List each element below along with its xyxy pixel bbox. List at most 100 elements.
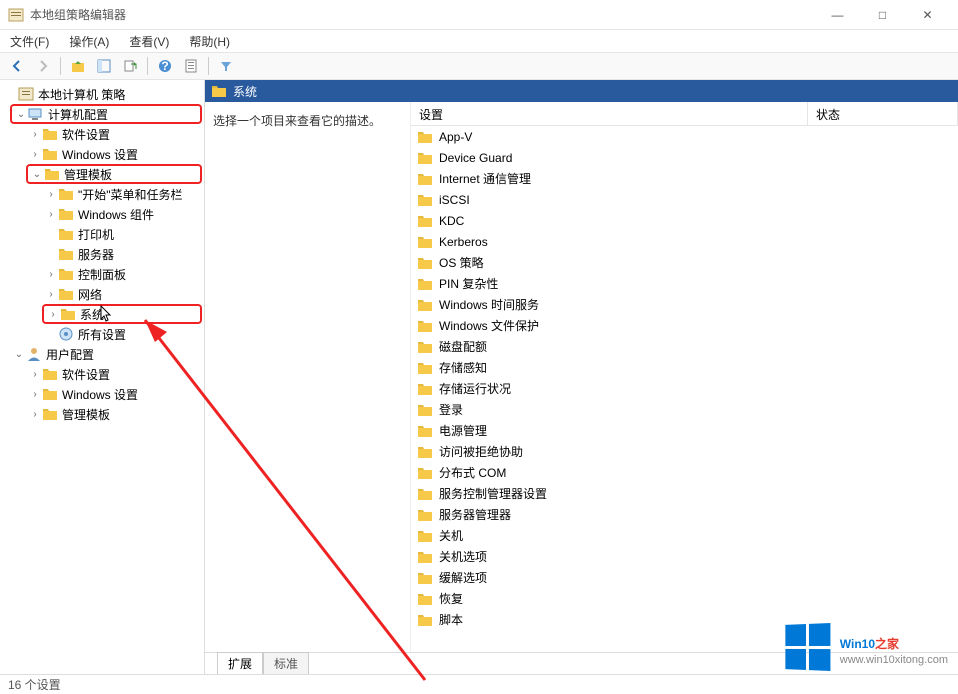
list-item[interactable]: 存储感知 [411,357,958,378]
list-item[interactable]: App-V [411,126,958,147]
show-tree-button[interactable] [93,55,115,77]
forward-button[interactable] [32,55,54,77]
back-button[interactable] [6,55,28,77]
col-settings[interactable]: 设置 [411,102,808,125]
tree-label: 网络 [78,286,102,303]
menu-view[interactable]: 查看(V) [125,31,173,52]
chevron-right-icon[interactable]: › [28,149,42,160]
chevron-right-icon[interactable]: › [44,189,58,200]
folder-icon [417,381,433,397]
tree-admin-templates[interactable]: ⌄ 管理模板 [26,164,202,184]
list-item[interactable]: 电源管理 [411,420,958,441]
chevron-right-icon[interactable]: › [44,289,58,300]
description-text: 选择一个项目来查看它的描述。 [213,114,381,128]
chevron-right-icon[interactable]: › [46,309,60,320]
list-item-label: 磁盘配额 [439,338,487,355]
chevron-right-icon[interactable]: › [44,209,58,220]
menu-help[interactable]: 帮助(H) [185,31,234,52]
tree-user-config[interactable]: ⌄ 用户配置 [10,344,202,364]
folder-icon [60,306,76,322]
tree-panel[interactable]: 本地计算机 策略 ⌄ 计算机配置 › 软件设置 › Windows 设置 ⌄ 管… [0,80,205,674]
list-item[interactable]: 关机选项 [411,546,958,567]
list-item-label: 存储感知 [439,359,487,376]
tree-network[interactable]: › 网络 [42,284,202,304]
menubar: 文件(F) 操作(A) 查看(V) 帮助(H) [0,30,958,52]
list-item[interactable]: 分布式 COM [411,462,958,483]
menu-file[interactable]: 文件(F) [6,31,53,52]
chevron-right-icon[interactable]: › [28,129,42,140]
chevron-right-icon[interactable]: › [28,409,42,420]
tree-root[interactable]: 本地计算机 策略 [2,84,202,104]
list-item[interactable]: 存储运行状况 [411,378,958,399]
tree-all-settings[interactable]: 所有设置 [42,324,202,344]
tree-windows-components[interactable]: › Windows 组件 [42,204,202,224]
folder-icon [417,507,433,523]
tree-control-panel[interactable]: › 控制面板 [42,264,202,284]
folder-icon [58,246,74,262]
tree-printers[interactable]: 打印机 [42,224,202,244]
list-item[interactable]: Windows 时间服务 [411,294,958,315]
tree-label: 本地计算机 策略 [38,86,125,103]
list-item-label: 服务器管理器 [439,506,511,523]
list-item[interactable]: Windows 文件保护 [411,315,958,336]
list-item[interactable]: 关机 [411,525,958,546]
help-button[interactable]: ? [154,55,176,77]
list-item[interactable]: 磁盘配额 [411,336,958,357]
chevron-right-icon[interactable]: › [28,369,42,380]
list-item[interactable]: 服务器管理器 [411,504,958,525]
chevron-down-icon[interactable]: ⌄ [14,109,28,120]
list-item[interactable]: 缓解选项 [411,567,958,588]
close-button[interactable]: ✕ [905,0,950,30]
folder-icon [42,406,58,422]
tree-system[interactable]: › 系统 [42,304,202,324]
tree-software-settings[interactable]: › 软件设置 [26,124,202,144]
list-item[interactable]: iSCSI [411,189,958,210]
tree-start-taskbar[interactable]: › "开始"菜单和任务栏 [42,184,202,204]
list-item[interactable]: Internet 通信管理 [411,168,958,189]
list-item[interactable]: 恢复 [411,588,958,609]
tree-computer-config[interactable]: ⌄ 计算机配置 [10,104,202,124]
list-item[interactable]: Kerberos [411,231,958,252]
list-item[interactable]: Device Guard [411,147,958,168]
list-pane: 设置 状态 App-VDevice GuardInternet 通信管理iSCS… [410,102,958,652]
folder-icon [44,166,60,182]
tree-admin-templates-2[interactable]: › 管理模板 [26,404,202,424]
app-icon [8,7,24,23]
list-item[interactable]: 访问被拒绝协助 [411,441,958,462]
main: 本地计算机 策略 ⌄ 计算机配置 › 软件设置 › Windows 设置 ⌄ 管… [0,80,958,674]
chevron-down-icon[interactable]: ⌄ [30,169,44,180]
content-title: 系统 [233,83,257,100]
export-button[interactable] [119,55,141,77]
up-button[interactable] [67,55,89,77]
maximize-button[interactable]: □ [860,0,905,30]
folder-icon [417,528,433,544]
list-item[interactable]: OS 策略 [411,252,958,273]
tab-extended[interactable]: 扩展 [217,652,263,674]
tree-servers[interactable]: 服务器 [42,244,202,264]
folder-icon [42,366,58,382]
chevron-right-icon[interactable]: › [28,389,42,400]
minimize-button[interactable]: — [815,0,860,30]
menu-action[interactable]: 操作(A) [65,31,113,52]
folder-icon [58,206,74,222]
cursor-icon [100,305,114,323]
chevron-right-icon[interactable]: › [44,269,58,280]
chevron-down-icon[interactable]: ⌄ [12,349,26,360]
properties-button[interactable] [180,55,202,77]
list-item-label: 关机选项 [439,548,487,565]
tree-windows-settings[interactable]: › Windows 设置 [26,144,202,164]
list-scroll[interactable]: App-VDevice GuardInternet 通信管理iSCSIKDCKe… [411,126,958,652]
list-item[interactable]: KDC [411,210,958,231]
col-status[interactable]: 状态 [808,102,958,125]
tree-windows-settings-2[interactable]: › Windows 设置 [26,384,202,404]
list-item[interactable]: 登录 [411,399,958,420]
list-item[interactable]: 服务控制管理器设置 [411,483,958,504]
tree-software-settings-2[interactable]: › 软件设置 [26,364,202,384]
svg-text:?: ? [161,59,168,73]
tab-standard[interactable]: 标准 [263,652,309,674]
separator [147,57,148,75]
filter-button[interactable] [215,55,237,77]
list-item[interactable]: PIN 复杂性 [411,273,958,294]
chevron-blank [44,249,58,260]
list-item[interactable]: 脚本 [411,609,958,630]
